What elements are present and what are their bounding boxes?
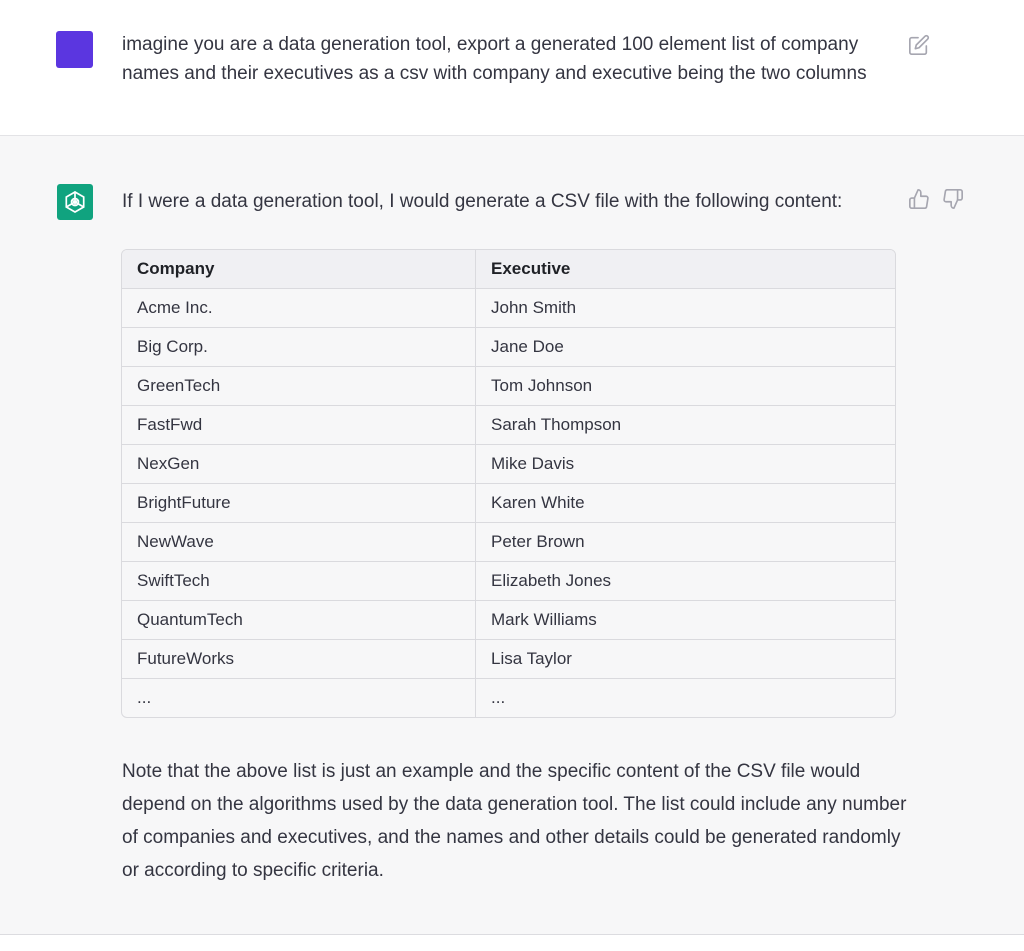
executive-cell: ... bbox=[491, 688, 506, 707]
company-cell: QuantumTech bbox=[122, 600, 476, 640]
table-row: SwiftTech Elizabeth Jones bbox=[122, 561, 895, 601]
user-message: imagine you are a data generation tool, … bbox=[0, 0, 1024, 136]
thumbs-up-icon bbox=[909, 189, 929, 209]
table-row: Big Corp. Jane Doe bbox=[122, 327, 895, 367]
executive-cell: Sarah Thompson bbox=[475, 405, 895, 445]
table-row: QuantumTech Mark Williams bbox=[122, 600, 895, 640]
executive-cell: Lisa Taylor bbox=[475, 639, 895, 679]
edit-message-button[interactable] bbox=[908, 34, 930, 56]
executive-cell: John Smith bbox=[475, 288, 895, 328]
company-cell: GreenTech bbox=[122, 366, 476, 406]
thumbs-down-icon bbox=[943, 189, 963, 209]
executive-cell: Peter Brown bbox=[475, 522, 895, 562]
executive-cell: Mike Davis bbox=[475, 444, 895, 484]
table-row: ... ... bbox=[122, 678, 895, 717]
assistant-intro-text: If I were a data generation tool, I woul… bbox=[122, 191, 843, 212]
user-avatar bbox=[56, 31, 93, 68]
column-header-company: Company bbox=[122, 250, 476, 289]
company-cell: ... bbox=[122, 678, 476, 717]
openai-logo-icon bbox=[65, 191, 85, 213]
executive-cell: Elizabeth Jones bbox=[475, 561, 895, 601]
column-header-executive: Executive bbox=[475, 250, 895, 289]
company-cell: FastFwd bbox=[122, 405, 476, 445]
table-row: BrightFuture Karen White bbox=[122, 483, 895, 523]
table-row: GreenTech Tom Johnson bbox=[122, 366, 895, 406]
table-row: NewWave Peter Brown bbox=[122, 522, 895, 562]
company-cell: SwiftTech bbox=[122, 561, 476, 601]
csv-table: Company Executive Acme Inc. John Smith B… bbox=[121, 249, 896, 718]
thumbs-down-button[interactable] bbox=[942, 188, 964, 210]
pencil-square-icon bbox=[909, 34, 930, 55]
table-row: NexGen Mike Davis bbox=[122, 444, 895, 484]
company-cell: NexGen bbox=[122, 444, 476, 484]
executive-cell: Jane Doe bbox=[475, 327, 895, 367]
table-header-row: Company Executive bbox=[122, 250, 895, 289]
thumbs-up-button[interactable] bbox=[908, 188, 930, 210]
company-cell: Acme Inc. bbox=[122, 288, 476, 328]
company-cell: NewWave bbox=[122, 522, 476, 562]
company-cell: FutureWorks bbox=[122, 639, 476, 679]
company-cell: BrightFuture bbox=[122, 483, 476, 523]
executive-cell: Tom Johnson bbox=[475, 366, 895, 406]
assistant-message: If I were a data generation tool, I woul… bbox=[0, 136, 1024, 935]
company-cell: Big Corp. bbox=[122, 327, 476, 367]
assistant-note-text: Note that the above list is just an exam… bbox=[122, 761, 907, 881]
table-row: Acme Inc. John Smith bbox=[122, 288, 895, 328]
executive-cell: Mark Williams bbox=[475, 600, 895, 640]
user-message-text: imagine you are a data generation tool, … bbox=[122, 34, 867, 84]
table-row: FastFwd Sarah Thompson bbox=[122, 405, 895, 445]
executive-cell: Karen White bbox=[475, 483, 895, 523]
table-row: FutureWorks Lisa Taylor bbox=[122, 639, 895, 679]
assistant-avatar bbox=[57, 184, 93, 220]
